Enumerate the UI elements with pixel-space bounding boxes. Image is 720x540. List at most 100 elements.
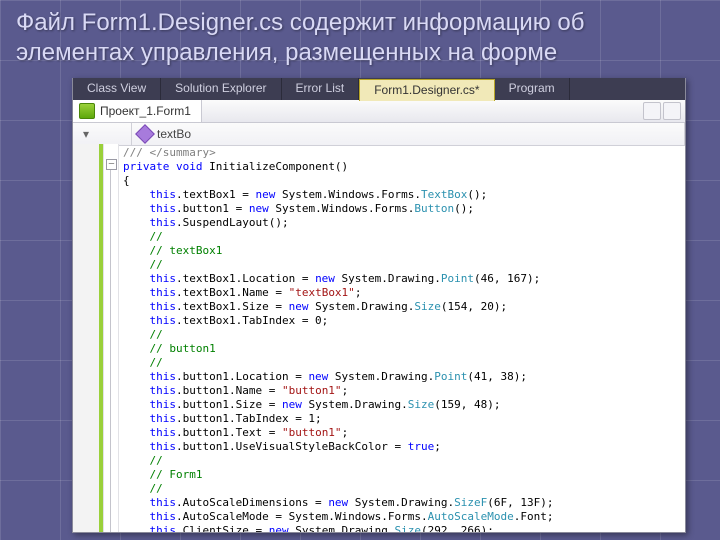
code-token: .button1 = bbox=[176, 202, 249, 215]
code-token: (159, 48); bbox=[434, 398, 500, 411]
code-token: (41, 38); bbox=[467, 370, 527, 383]
code-token: this bbox=[123, 188, 176, 201]
code-token: .button1.Location = bbox=[176, 370, 308, 383]
code-token: TextBox bbox=[421, 188, 467, 201]
code-token: void bbox=[169, 160, 202, 173]
code-token: this bbox=[123, 426, 176, 439]
code-token: // button1 bbox=[123, 342, 216, 355]
code-token: // bbox=[123, 230, 163, 243]
document-nav-buttons bbox=[641, 102, 685, 120]
tab-program[interactable]: Program bbox=[495, 78, 570, 100]
nav-bar-member-label: textBo bbox=[157, 127, 191, 141]
code-token: System.Drawing. bbox=[335, 272, 441, 285]
code-token: System.Drawing. bbox=[308, 300, 414, 313]
code-token: ; bbox=[342, 426, 349, 439]
method-icon bbox=[135, 124, 155, 144]
code-token: ; bbox=[355, 286, 362, 299]
document-tab-label: Проект_1.Form1 bbox=[100, 104, 191, 118]
code-token: this bbox=[123, 510, 176, 523]
tab-designer-file[interactable]: Form1.Designer.cs* bbox=[359, 79, 494, 101]
slide-title: Файл Form1.Designer.cs содержит информац… bbox=[0, 0, 720, 74]
code-token: new bbox=[269, 524, 289, 532]
code-token: // Form1 bbox=[123, 468, 202, 481]
code-token: // bbox=[123, 454, 163, 467]
code-token: .button1.UseVisualStyleBackColor = bbox=[176, 440, 408, 453]
code-token: (); bbox=[467, 188, 487, 201]
code-token: new bbox=[315, 272, 335, 285]
outline-collapse-toggle[interactable]: – bbox=[106, 159, 117, 170]
code-token: (); bbox=[454, 202, 474, 215]
chevron-down-icon: ▾ bbox=[79, 127, 93, 141]
code-token: </summary> bbox=[150, 146, 216, 159]
code-token: private bbox=[123, 160, 169, 173]
code-token: .ClientSize = bbox=[176, 524, 269, 532]
code-token: System.Drawing. bbox=[328, 370, 434, 383]
code-token: .AutoScaleMode = System.Windows.Forms. bbox=[176, 510, 428, 523]
code-token: .AutoScaleDimensions = bbox=[176, 496, 328, 509]
code-token: this bbox=[123, 412, 176, 425]
tab-class-view[interactable]: Class View bbox=[73, 78, 161, 100]
code-token: (46, 167); bbox=[474, 272, 540, 285]
csharp-file-icon bbox=[79, 103, 95, 119]
code-token: "button1" bbox=[282, 384, 342, 397]
code-token: .Font; bbox=[514, 510, 554, 523]
nav-next-button[interactable] bbox=[663, 102, 681, 120]
code-token: Size bbox=[414, 300, 441, 313]
code-token: new bbox=[249, 202, 269, 215]
code-token: .textBox1.Name = bbox=[176, 286, 289, 299]
code-token: SizeF bbox=[454, 496, 487, 509]
code-token: .button1.Name = bbox=[176, 384, 282, 397]
code-token: this bbox=[123, 370, 176, 383]
slide-background: Файл Form1.Designer.cs содержит информац… bbox=[0, 0, 720, 540]
code-token: System.Windows.Forms. bbox=[275, 188, 421, 201]
title-line-2: элементах управления, размещенных на фор… bbox=[16, 39, 557, 66]
outline-guide-line bbox=[110, 170, 111, 533]
code-token: { bbox=[123, 174, 130, 187]
code-token: this bbox=[123, 384, 176, 397]
code-token: ; bbox=[434, 440, 441, 453]
code-token: this bbox=[123, 524, 176, 532]
code-token: "button1" bbox=[282, 426, 342, 439]
code-token: "textBox1" bbox=[289, 286, 355, 299]
code-token: this bbox=[123, 300, 176, 313]
code-token: Size bbox=[408, 398, 435, 411]
code-editor[interactable]: – /// </summary> private void Initialize… bbox=[73, 144, 685, 532]
code-token: this bbox=[123, 272, 176, 285]
code-token: .textBox1.Size = bbox=[176, 300, 289, 313]
code-token: .textBox1.Location = bbox=[176, 272, 315, 285]
code-token: new bbox=[255, 188, 275, 201]
code-token: this bbox=[123, 496, 176, 509]
code-token: Point bbox=[434, 370, 467, 383]
title-line-1: Файл Form1.Designer.cs содержит информац… bbox=[16, 9, 585, 36]
code-text[interactable]: /// </summary> private void InitializeCo… bbox=[119, 144, 685, 532]
outlining-margin: – bbox=[104, 144, 119, 532]
code-token: new bbox=[289, 300, 309, 313]
code-token: AutoScaleMode bbox=[428, 510, 514, 523]
code-token: this bbox=[123, 398, 176, 411]
code-token: InitializeComponent() bbox=[202, 160, 348, 173]
code-token: Size bbox=[395, 524, 422, 532]
code-token: System.Windows.Forms. bbox=[269, 202, 415, 215]
tool-window-tabstrip: Class View Solution Explorer Error List … bbox=[73, 78, 685, 100]
code-token: System.Drawing. bbox=[289, 524, 395, 532]
code-token: new bbox=[308, 370, 328, 383]
code-token: // textBox1 bbox=[123, 244, 222, 257]
code-token: .button1.TabIndex = 1; bbox=[176, 412, 322, 425]
code-token: this bbox=[123, 286, 176, 299]
nav-bar-type-cell[interactable]: ▾ bbox=[73, 123, 132, 145]
tab-solution-explorer[interactable]: Solution Explorer bbox=[161, 78, 281, 100]
code-token: Point bbox=[441, 272, 474, 285]
document-tab[interactable]: Проект_1.Form1 bbox=[73, 100, 202, 122]
code-token: (154, 20); bbox=[441, 300, 507, 313]
code-token: this bbox=[123, 440, 176, 453]
code-token: // bbox=[123, 328, 163, 341]
change-indicator bbox=[99, 144, 103, 532]
code-token: this bbox=[123, 216, 176, 229]
nav-bar-member-cell[interactable]: textBo bbox=[132, 123, 685, 145]
editor-gutter bbox=[73, 144, 104, 532]
nav-prev-button[interactable] bbox=[643, 102, 661, 120]
code-token: System.Drawing. bbox=[348, 496, 454, 509]
code-token: (292, 266); bbox=[421, 524, 494, 532]
code-token: .SuspendLayout(); bbox=[176, 216, 289, 229]
tab-error-list[interactable]: Error List bbox=[282, 78, 360, 100]
